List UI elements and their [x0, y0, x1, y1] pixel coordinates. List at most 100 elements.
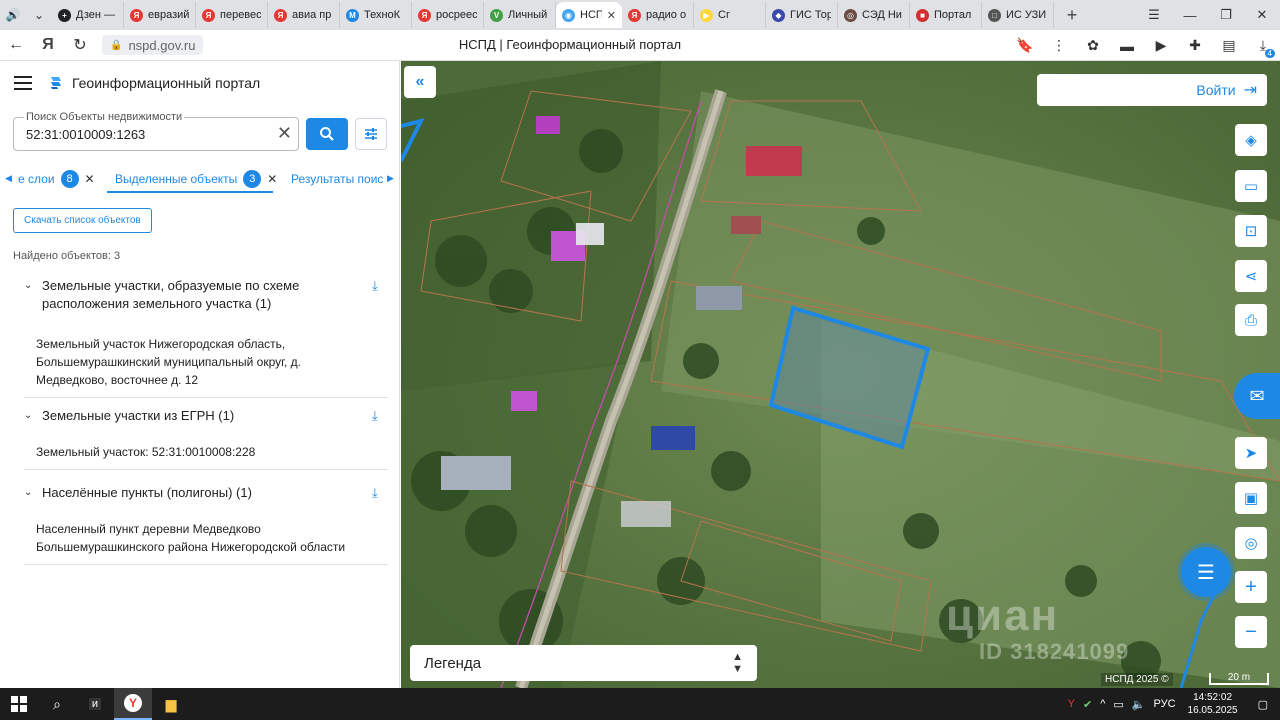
- ruler-button[interactable]: ▭: [1235, 170, 1267, 202]
- tray-app-icon[interactable]: ✔: [1079, 698, 1096, 711]
- clock[interactable]: 14:52:02 16.05.2025: [1180, 691, 1246, 717]
- tab-title: Личный: [508, 9, 548, 21]
- tray-chevron-icon[interactable]: ^: [1096, 698, 1109, 710]
- tab-favicon-icon: ◉: [562, 8, 575, 22]
- app-taskbar-button[interactable]: и: [76, 688, 114, 720]
- tab-title: СЭД Ни: [862, 9, 902, 21]
- download-icon[interactable]: ⤓: [372, 484, 388, 502]
- search-point-button[interactable]: ◎: [1235, 527, 1267, 559]
- downloads-icon[interactable]: ⤓ 4: [1246, 32, 1280, 60]
- collapse-panel-button[interactable]: «: [404, 66, 436, 98]
- minimap-button[interactable]: ▣: [1235, 482, 1267, 514]
- zoom-out-button[interactable]: −: [1235, 616, 1267, 648]
- filter-sliders-icon: [365, 128, 377, 140]
- browser-tab[interactable]: □ ИС УЗИ: [982, 2, 1054, 28]
- browser-tab[interactable]: ◉ НСПД ✕: [556, 2, 622, 28]
- close-window-button[interactable]: ✕: [1244, 0, 1280, 30]
- browser-tab[interactable]: Яевразийс: [124, 2, 196, 28]
- url-field[interactable]: 🔒 nspd.gov.ru: [102, 35, 204, 55]
- list-item[interactable]: Населенный пункт деревни Медведково Боль…: [24, 512, 388, 565]
- tabs-scroll-left-icon[interactable]: ◀: [5, 173, 12, 184]
- browser-tab[interactable]: + Дзен —: [52, 2, 124, 28]
- filter-button[interactable]: [355, 118, 387, 150]
- group-title: Земельные участки из ЕГРН (1): [42, 408, 235, 423]
- login-button[interactable]: Войти ⇥: [1037, 74, 1267, 106]
- print-button[interactable]: ⎙: [1235, 304, 1267, 336]
- share-button[interactable]: ⋖: [1235, 260, 1267, 292]
- start-button[interactable]: [0, 688, 38, 720]
- list-item[interactable]: Земельный участок Нижегородская область,…: [24, 327, 388, 398]
- speaker-icon[interactable]: 🔊: [0, 3, 26, 27]
- browser-tab[interactable]: Яросреес: [412, 2, 484, 28]
- close-tab-icon[interactable]: ✕: [85, 172, 95, 186]
- hamburger-menu-icon[interactable]: [14, 76, 32, 90]
- reload-button[interactable]: ↻: [64, 31, 96, 59]
- more-menu-icon[interactable]: ⋮: [1042, 32, 1076, 60]
- tab-search-results[interactable]: Результаты поиск: [291, 168, 383, 190]
- download-list-button[interactable]: Скачать список объектов: [13, 208, 152, 233]
- browser-tab[interactable]: Яперевес: [196, 2, 268, 28]
- tabs-scroll-right-icon[interactable]: ▶: [387, 173, 394, 184]
- extension-icon[interactable]: ✿: [1076, 32, 1110, 60]
- geolocation-button[interactable]: ➤: [1235, 437, 1267, 469]
- bookmark-icon[interactable]: 🔖: [1008, 32, 1042, 60]
- new-tab-button[interactable]: +: [1060, 3, 1084, 27]
- cian-watermark-id: ID 318241099: [979, 639, 1130, 664]
- browser-tab[interactable]: Ярадио о: [622, 2, 694, 28]
- yandex-browser-taskbar-button[interactable]: Y: [114, 688, 152, 720]
- tab-favicon-icon: ◆: [772, 8, 785, 22]
- windows-taskbar: ⌕ и Y ▆ Y ✔ ^ ▭ 🔈 РУС 14:52:02 16.05.202…: [0, 688, 1280, 720]
- volume-icon[interactable]: 🔈: [1128, 698, 1150, 711]
- yandex-icon[interactable]: Я: [32, 31, 64, 59]
- search-input[interactable]: Поиск Объекты недвижимости 52:31:0010009…: [13, 111, 299, 151]
- satellite-imagery: [401, 61, 1280, 688]
- list-item[interactable]: Земельный участок: 52:31:0010008:228: [24, 435, 388, 470]
- chevron-down-icon[interactable]: ⌄: [24, 277, 36, 295]
- legend-bar[interactable]: Легенда ▲ ▼: [410, 645, 757, 681]
- browser-tab[interactable]: ▶ Сг: [694, 2, 766, 28]
- notifications-icon[interactable]: ▢: [1246, 698, 1280, 711]
- expand-arrows-icon[interactable]: ▲ ▼: [732, 651, 743, 675]
- map-view[interactable]: циан ID 318241099 « Войти ⇥ ◈ ▭ ⊡ ⋖ ⎙ ✉ …: [401, 61, 1280, 688]
- close-tab-icon[interactable]: ✕: [607, 9, 616, 22]
- portal-logo-icon: [51, 77, 61, 89]
- browser-tab[interactable]: ◆ ГИС Тор: [766, 2, 838, 28]
- search-taskbar-button[interactable]: ⌕: [38, 688, 76, 720]
- chevron-down-icon[interactable]: ⌄: [24, 484, 36, 502]
- chat-bubble-button[interactable]: ☰: [1181, 547, 1231, 597]
- feedback-button[interactable]: ✉: [1234, 373, 1280, 419]
- browser-tab[interactable]: Яавиа пр: [268, 2, 340, 28]
- download-icon[interactable]: ⤓: [372, 407, 388, 425]
- area-search-icon: ⊡: [1244, 223, 1258, 240]
- back-button[interactable]: ←: [0, 31, 32, 59]
- search-button[interactable]: [306, 118, 348, 150]
- zoom-in-button[interactable]: +: [1235, 571, 1267, 603]
- hat-extension-icon[interactable]: ▬: [1110, 32, 1144, 60]
- language-indicator[interactable]: РУС: [1150, 698, 1180, 710]
- browser-tab[interactable]: ◎ СЭД Ни: [838, 2, 910, 28]
- chevron-down-icon[interactable]: ⌄: [24, 407, 36, 425]
- browser-tab[interactable]: M ТехноК: [340, 2, 412, 28]
- play-extension-icon[interactable]: ▶: [1144, 32, 1178, 60]
- login-label: Войти: [1196, 82, 1236, 98]
- restore-button[interactable]: ❐: [1208, 0, 1244, 30]
- close-tab-icon[interactable]: ✕: [267, 172, 277, 186]
- folder-icon: ▆: [165, 695, 177, 712]
- file-explorer-taskbar-button[interactable]: ▆: [152, 688, 190, 720]
- layers-button[interactable]: ◈: [1235, 124, 1267, 156]
- download-icon[interactable]: ⤓: [372, 277, 388, 295]
- area-search-button[interactable]: ⊡: [1235, 215, 1267, 247]
- tab-selected-objects[interactable]: Выделенные объекты 3 ✕: [115, 168, 277, 190]
- yandex-tray-icon[interactable]: Y: [1064, 698, 1079, 710]
- browser-tab[interactable]: ■ Портал: [910, 2, 982, 28]
- puzzle-extension-icon[interactable]: ✚: [1178, 32, 1212, 60]
- reader-icon[interactable]: ▤: [1212, 32, 1246, 60]
- minimize-button[interactable]: —: [1172, 0, 1208, 30]
- browser-menu-icon[interactable]: ☰: [1136, 0, 1172, 30]
- clear-search-icon[interactable]: ✕: [277, 123, 292, 144]
- tab-list-chevron-icon[interactable]: ⌄: [26, 3, 52, 27]
- tab-layers[interactable]: е слои 8 ✕: [18, 168, 95, 190]
- tab-count-badge: 3: [243, 170, 262, 188]
- network-icon[interactable]: ▭: [1109, 698, 1127, 711]
- browser-tab[interactable]: V Личный: [484, 2, 556, 28]
